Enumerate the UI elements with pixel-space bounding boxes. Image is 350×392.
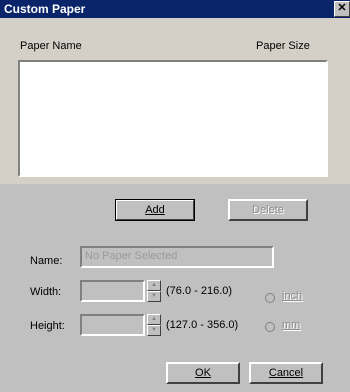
height-field[interactable] — [80, 314, 145, 336]
height-label: Height: — [30, 320, 65, 332]
paper-list-panel: Paper Name Paper Size — [0, 18, 350, 184]
delete-button[interactable]: Delete — [228, 199, 308, 221]
cancel-button[interactable]: Cancel — [249, 362, 323, 384]
name-label: Name: — [30, 255, 63, 267]
paper-list[interactable] — [18, 60, 328, 177]
paper-size-column-header: Paper Size — [256, 40, 310, 52]
width-down-arrow-icon[interactable]: ▼ — [147, 291, 161, 302]
width-spinner[interactable]: ▲ ▼ — [147, 280, 161, 302]
width-range: (76.0 - 216.0) — [166, 285, 233, 297]
title-bar: Custom Paper ✕ — [0, 0, 350, 18]
height-down-arrow-icon[interactable]: ▼ — [147, 325, 161, 336]
mm-label: mm — [282, 319, 301, 331]
ok-button[interactable]: OK — [166, 362, 240, 384]
add-button[interactable]: Add — [115, 199, 195, 221]
height-up-arrow-icon[interactable]: ▲ — [147, 314, 161, 325]
inch-radio[interactable] — [265, 293, 275, 303]
mm-radio[interactable] — [265, 322, 275, 332]
width-up-arrow-icon[interactable]: ▲ — [147, 280, 161, 291]
name-field[interactable]: No Paper Selected — [80, 246, 274, 268]
width-label: Width: — [30, 286, 62, 298]
height-range: (127.0 - 356.0) — [166, 319, 239, 331]
window-title: Custom Paper — [4, 2, 86, 16]
close-button[interactable]: ✕ — [334, 1, 350, 17]
inch-label: inch — [282, 290, 303, 302]
height-spinner[interactable]: ▲ ▼ — [147, 314, 161, 336]
paper-name-column-header: Paper Name — [20, 40, 82, 52]
width-field[interactable] — [80, 280, 145, 302]
